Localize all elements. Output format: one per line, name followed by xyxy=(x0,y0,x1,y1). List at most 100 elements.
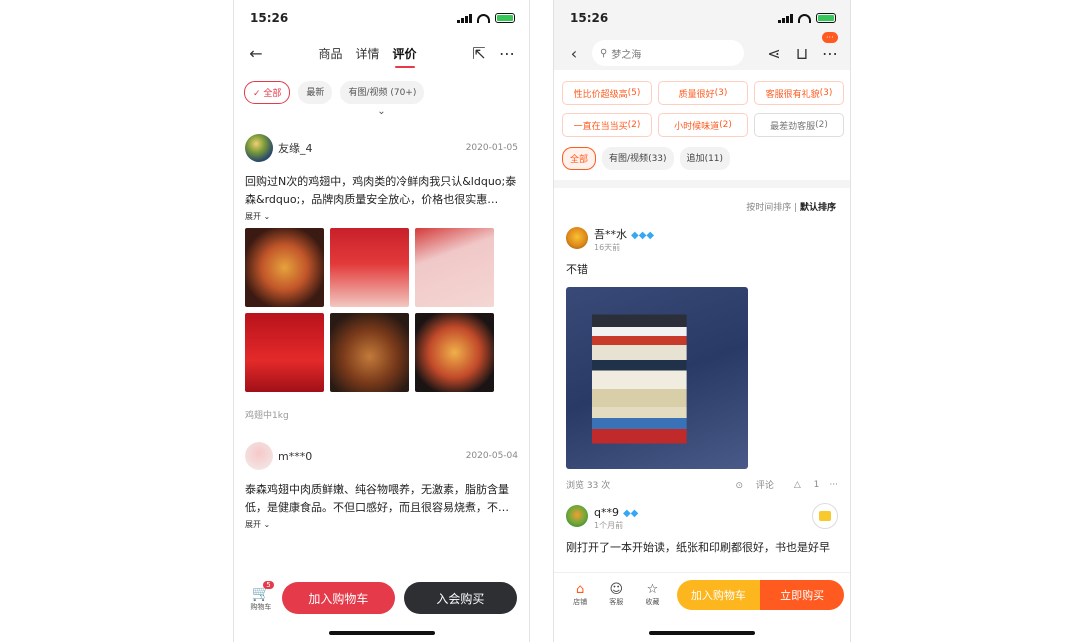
filter-media[interactable]: 有图/视频(33) xyxy=(602,147,674,170)
bottom-action-bar: ⌂ 店铺 ☺ 客服 ☆ 收藏 加入购物车 立即购买 xyxy=(554,572,850,616)
member-buy-button[interactable]: 入会购买 xyxy=(403,582,517,614)
tab-detail[interactable]: 详情 xyxy=(355,45,379,62)
signal-icon xyxy=(457,13,472,23)
comment-icon: ⊙ xyxy=(735,481,743,491)
sort-default[interactable]: 默认排序 xyxy=(800,203,836,213)
chevron-down-icon[interactable]: ⌄ xyxy=(234,106,529,117)
buy-now-button[interactable]: 立即购买 xyxy=(760,579,845,610)
review-date: 2020-05-04 xyxy=(465,451,518,461)
review-photo[interactable] xyxy=(415,313,494,392)
review-item: 友缘_4 2020-01-05 回购过N次的鸡翅中，鸡肉类的冷鲜肉我只认&ldq… xyxy=(234,133,529,421)
top-nav: ← 商品 详情 评价 ⇱ ⋯ xyxy=(234,36,529,70)
filter-all[interactable]: 全部 xyxy=(562,147,597,170)
chat-icon[interactable] xyxy=(812,503,838,529)
comment-button[interactable]: ⊙ 评论 xyxy=(725,478,773,491)
reviewer-name: 吾**水 xyxy=(594,228,627,241)
review-text: 刚打开了一本开始读，纸张和印刷都很好，书也是好早 xyxy=(566,541,830,554)
vip-diamond-icon: ◆◆ xyxy=(622,508,639,519)
cart-button[interactable]: 🛒 5 购物车 xyxy=(246,581,276,612)
chip-with-media[interactable]: 有图/视频 (70+) xyxy=(340,81,425,104)
cart-icon[interactable]: ⊔ xyxy=(792,44,812,63)
avatar xyxy=(566,227,588,249)
review-date: 2020-01-05 xyxy=(465,143,518,153)
more-icon[interactable]: ··· xyxy=(829,480,838,490)
battery-icon xyxy=(495,13,515,23)
filter-followup[interactable]: 追加(11) xyxy=(679,147,731,170)
tab-reviews[interactable]: 评价 xyxy=(393,45,417,68)
review-tag[interactable]: 一直在当当买 (2) xyxy=(562,113,652,137)
reviewer-name: 友缘_4 xyxy=(278,142,313,155)
review-item: q**9 ◆◆ 1个月前 刚打开了一本开始读，纸张和印刷都很好，书也是好早 xyxy=(554,501,850,555)
signal-icon xyxy=(778,13,793,23)
review-text: 泰森鸡翅中肉质鲜嫩、纯谷物喂养，无激素，脂肪含量低，是健康食品。不但口感好，而且… xyxy=(245,483,509,514)
service-button[interactable]: ☺ 客服 xyxy=(598,582,634,607)
shop-icon: ⌂ xyxy=(575,582,585,597)
more-icon[interactable]: ⋯ xyxy=(497,44,517,63)
cart-badge: 5 xyxy=(263,581,274,589)
back-arrow-icon[interactable]: ‹ xyxy=(564,44,584,63)
review-filter-chips: ✓ 全部 最新 有图/视频 (70+) xyxy=(234,70,529,104)
review-meta: 浏览 33 次 ⊙ 评论 △ 1 ··· xyxy=(566,478,838,492)
review-item: 吾**水 ◆◆◆ 16天前 不错 浏览 33 次 ⊙ 评论 △ 1 ··· xyxy=(554,223,850,491)
review-time: 1个月前 xyxy=(594,521,624,530)
status-bar: 15:26 xyxy=(234,0,529,36)
product-spec: 鸡翅中1kg xyxy=(245,411,289,421)
message-badge: ··· xyxy=(822,31,838,43)
review-photo[interactable] xyxy=(415,228,494,307)
star-icon: ☆ xyxy=(646,582,659,597)
shop-button[interactable]: ⌂ 店铺 xyxy=(562,582,598,607)
more-icon[interactable]: ⋯ ··· xyxy=(820,31,840,63)
reviewer-name: q**9 xyxy=(594,506,619,519)
divider xyxy=(554,180,850,188)
review-photo[interactable] xyxy=(330,228,409,307)
review-tag[interactable]: 性比价超级高 (5) xyxy=(562,81,652,105)
like-button[interactable]: △ 1 xyxy=(784,480,820,490)
review-photo[interactable] xyxy=(245,228,324,307)
like-icon: △ xyxy=(793,479,801,490)
right-phone-screen: 15:26 ‹ ⚲ 梦之海 ⋖ ⊔ ⋯ ··· 性比价超级高 (5) 质量很好 (3)… xyxy=(553,0,851,642)
chip-latest[interactable]: 最新 xyxy=(298,81,333,104)
add-to-cart-button[interactable]: 加入购物车 xyxy=(281,582,395,614)
review-tag[interactable]: 小时候味道 (2) xyxy=(658,113,748,137)
review-photo[interactable] xyxy=(245,313,324,392)
search-input[interactable]: ⚲ 梦之海 xyxy=(592,40,744,66)
chip-all[interactable]: ✓ 全部 xyxy=(244,81,291,104)
wifi-icon xyxy=(477,13,490,23)
status-time: 15:26 xyxy=(570,11,609,25)
status-bar: 15:26 xyxy=(554,0,850,36)
sort-by-time[interactable]: 按时间排序 xyxy=(746,203,791,213)
review-photo[interactable] xyxy=(566,287,748,469)
review-text: 回购过N次的鸡翅中，鸡肉类的冷鲜肉我只认&ldquo;泰森&rdquo;，品牌肉… xyxy=(245,175,517,206)
share-icon[interactable]: ⋖ xyxy=(764,44,784,63)
favorite-button[interactable]: ☆ 收藏 xyxy=(634,582,670,607)
home-indicator xyxy=(328,631,435,635)
review-photos xyxy=(245,228,518,392)
avatar xyxy=(566,505,588,527)
service-icon: ☺ xyxy=(609,582,624,597)
review-tag[interactable]: 质量很好 (3) xyxy=(658,81,748,105)
share-icon[interactable]: ⇱ xyxy=(469,44,489,63)
review-photo[interactable] xyxy=(330,313,409,392)
left-phone-screen: 15:26 ← 商品 详情 评价 ⇱ ⋯ ✓ 全部 最新 有图/视频 (70+)… xyxy=(233,0,530,642)
tab-product[interactable]: 商品 xyxy=(318,45,342,62)
avatar xyxy=(245,442,273,470)
add-to-cart-button[interactable]: 加入购物车 xyxy=(676,579,761,610)
expand-link[interactable]: 展开 ⌄ xyxy=(245,519,518,530)
expand-link[interactable]: 展开 ⌄ xyxy=(245,211,518,222)
home-indicator xyxy=(649,631,755,635)
reviewer-name: m***0 xyxy=(278,449,313,463)
review-time: 16天前 xyxy=(594,243,621,252)
sort-options: 按时间排序 | 默认排序 xyxy=(746,203,836,213)
review-tag[interactable]: 客服很有礼貌 (3) xyxy=(754,81,844,105)
back-arrow-icon[interactable]: ← xyxy=(246,44,266,63)
status-time: 15:26 xyxy=(250,11,289,25)
review-filters: 全部 有图/视频(33) 追加(11) xyxy=(554,137,850,180)
review-item: m***0 2020-05-04 泰森鸡翅中肉质鲜嫩、纯谷物喂养，无激素，脂肪含… xyxy=(234,441,529,530)
vip-diamond-icon: ◆◆◆ xyxy=(631,230,655,241)
view-count: 浏览 33 次 xyxy=(566,481,611,491)
review-tag-negative[interactable]: 最差劲客服 (2) xyxy=(754,113,844,137)
review-tags: 性比价超级高 (5) 质量很好 (3) 客服很有礼貌 (3) 一直在当当买 (2) 小时… xyxy=(554,70,850,137)
bottom-action-bar: 🛒 5 购物车 加入购物车 入会购买 xyxy=(234,578,529,618)
wifi-icon xyxy=(798,13,811,23)
avatar xyxy=(245,134,273,162)
